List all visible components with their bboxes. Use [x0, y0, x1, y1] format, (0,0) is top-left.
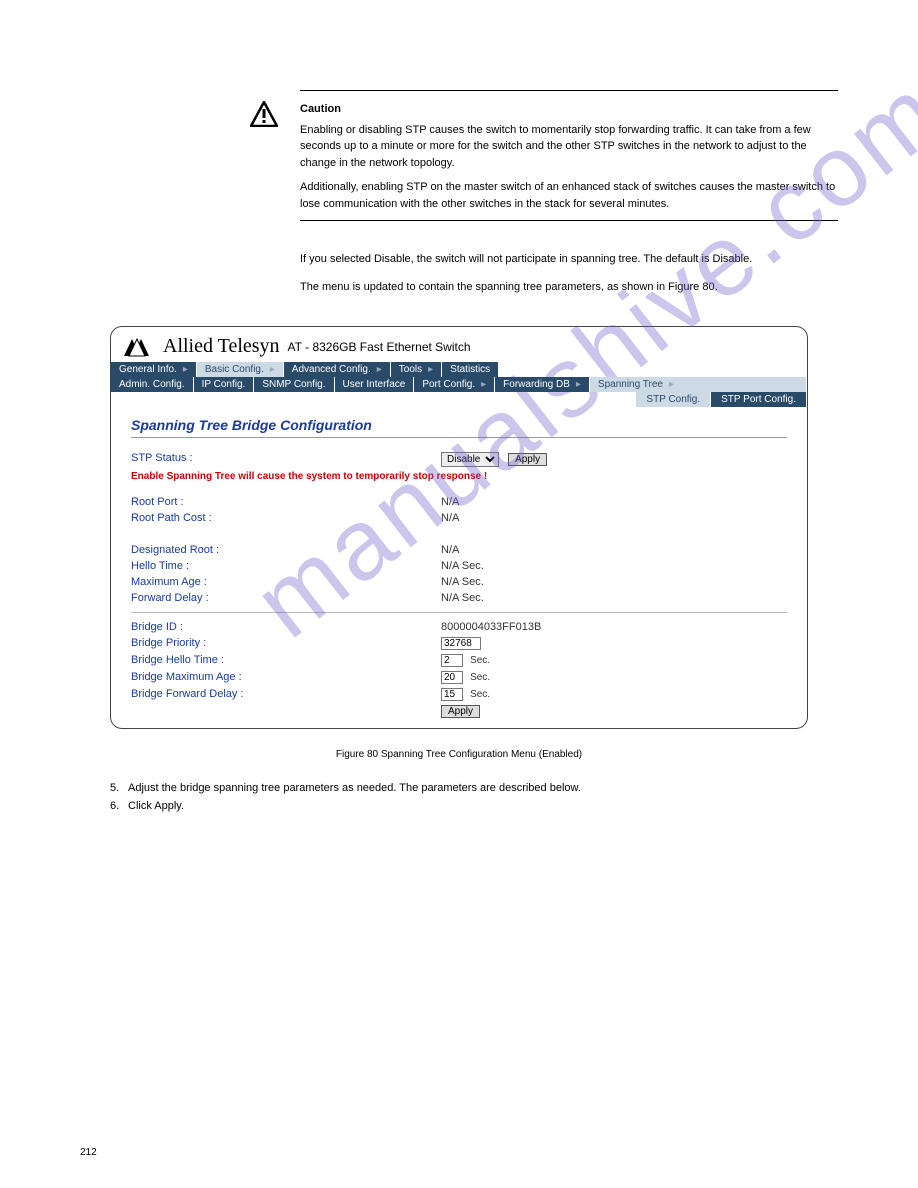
instruction-block: If you selected Disable, the switch will… — [300, 251, 838, 296]
nav-forwarding-db[interactable]: Forwarding DB▸ — [495, 377, 590, 392]
page-container: Caution Enabling or disabling STP causes… — [0, 0, 918, 895]
panel-title: Spanning Tree Bridge Configuration — [131, 417, 787, 438]
bridge-hello-input[interactable] — [441, 654, 463, 667]
warning-text: Enable Spanning Tree will cause the syst… — [131, 471, 787, 482]
screenshot-frame: Allied Telesyn AT - 8326GB Fast Ethernet… — [110, 326, 808, 729]
brand-text: Allied Telesyn — [163, 335, 280, 358]
instruction-p2: If you selected Disable, the switch will… — [300, 251, 838, 269]
step-list: 5.Adjust the bridge spanning tree parame… — [110, 780, 808, 815]
caution-title: Caution — [300, 101, 838, 118]
section-divider — [131, 612, 787, 613]
row-forward-delay: Forward Delay : N/A Sec. — [131, 592, 787, 604]
logo-block: Allied Telesyn — [123, 335, 280, 358]
nav-user-interface[interactable]: User Interface — [335, 377, 415, 392]
page-number: 212 — [80, 1147, 97, 1158]
step-5-text: Adjust the bridge spanning tree paramete… — [128, 782, 581, 794]
logo-icon — [123, 337, 157, 357]
apply-button-bottom[interactable]: Apply — [441, 705, 480, 718]
row-bridge-fwd-delay: Bridge Forward Delay : Sec. — [131, 688, 787, 701]
caution-text-1: Enabling or disabling STP causes the swi… — [300, 122, 838, 172]
stp-status-select[interactable]: Disable — [441, 452, 499, 467]
nav-row-1: General Info.▸ Basic Config.▸ Advanced C… — [111, 362, 807, 377]
caution-section: Caution Enabling or disabling STP causes… — [300, 90, 838, 306]
caution-text-2: Additionally, enabling STP on the master… — [300, 179, 838, 212]
screenshot-body: Spanning Tree Bridge Configuration STP S… — [111, 407, 807, 728]
model-text: AT - 8326GB Fast Ethernet Switch — [288, 340, 471, 354]
instruction-p1: The menu is updated to contain the spann… — [300, 279, 838, 297]
row-stp-status: STP Status : Disable Apply — [131, 452, 787, 467]
nav-spanning-tree[interactable]: Spanning Tree▸ — [590, 377, 807, 392]
nav-row-2: Admin. Config. IP Config. SNMP Config. U… — [111, 377, 807, 392]
nav-advanced-config[interactable]: Advanced Config.▸ — [284, 362, 391, 377]
nav-tools[interactable]: Tools▸ — [391, 362, 442, 377]
screenshot-header: Allied Telesyn AT - 8326GB Fast Ethernet… — [111, 327, 807, 362]
nav-basic-config[interactable]: Basic Config.▸ — [197, 362, 284, 377]
stp-status-label: STP Status : — [131, 452, 441, 467]
nav-general-info[interactable]: General Info.▸ — [111, 362, 197, 377]
divider — [300, 220, 838, 221]
apply-button-top[interactable]: Apply — [508, 453, 547, 466]
subnav-stp-port-config[interactable]: STP Port Config. — [711, 392, 807, 407]
bridge-priority-input[interactable] — [441, 637, 481, 650]
step-5-num: 5. — [110, 780, 128, 798]
bridge-fwd-delay-input[interactable] — [441, 688, 463, 701]
caution-body: Caution Enabling or disabling STP causes… — [300, 101, 838, 306]
row-bridge-priority: Bridge Priority : — [131, 637, 787, 650]
row-max-age: Maximum Age : N/A Sec. — [131, 576, 787, 588]
row-root-path-cost: Root Path Cost : N/A — [131, 512, 787, 524]
divider — [300, 90, 838, 91]
row-bridge-hello: Bridge Hello Time : Sec. — [131, 654, 787, 667]
nav-ip-config[interactable]: IP Config. — [194, 377, 255, 392]
step-6-text: Click Apply. — [128, 800, 184, 812]
row-designated-root: Designated Root : N/A — [131, 544, 787, 556]
nav-port-config[interactable]: Port Config.▸ — [414, 377, 495, 392]
subnav-stp-config[interactable]: STP Config. — [636, 392, 711, 407]
step-6-num: 6. — [110, 798, 128, 816]
nav-statistics[interactable]: Statistics — [442, 362, 499, 377]
caution-icon — [250, 101, 280, 132]
nav-admin-config[interactable]: Admin. Config. — [111, 377, 194, 392]
row-bridge-max-age: Bridge Maximum Age : Sec. — [131, 671, 787, 684]
bridge-max-age-input[interactable] — [441, 671, 463, 684]
row-bridge-id: Bridge ID : 8000004033FF013B — [131, 621, 787, 633]
row-hello-time: Hello Time : N/A Sec. — [131, 560, 787, 572]
subnav-row: STP Config. STP Port Config. — [111, 392, 807, 407]
figure-caption: Figure 80 Spanning Tree Configuration Me… — [80, 749, 838, 760]
nav-snmp-config[interactable]: SNMP Config. — [254, 377, 334, 392]
row-root-port: Root Port : N/A — [131, 496, 787, 508]
